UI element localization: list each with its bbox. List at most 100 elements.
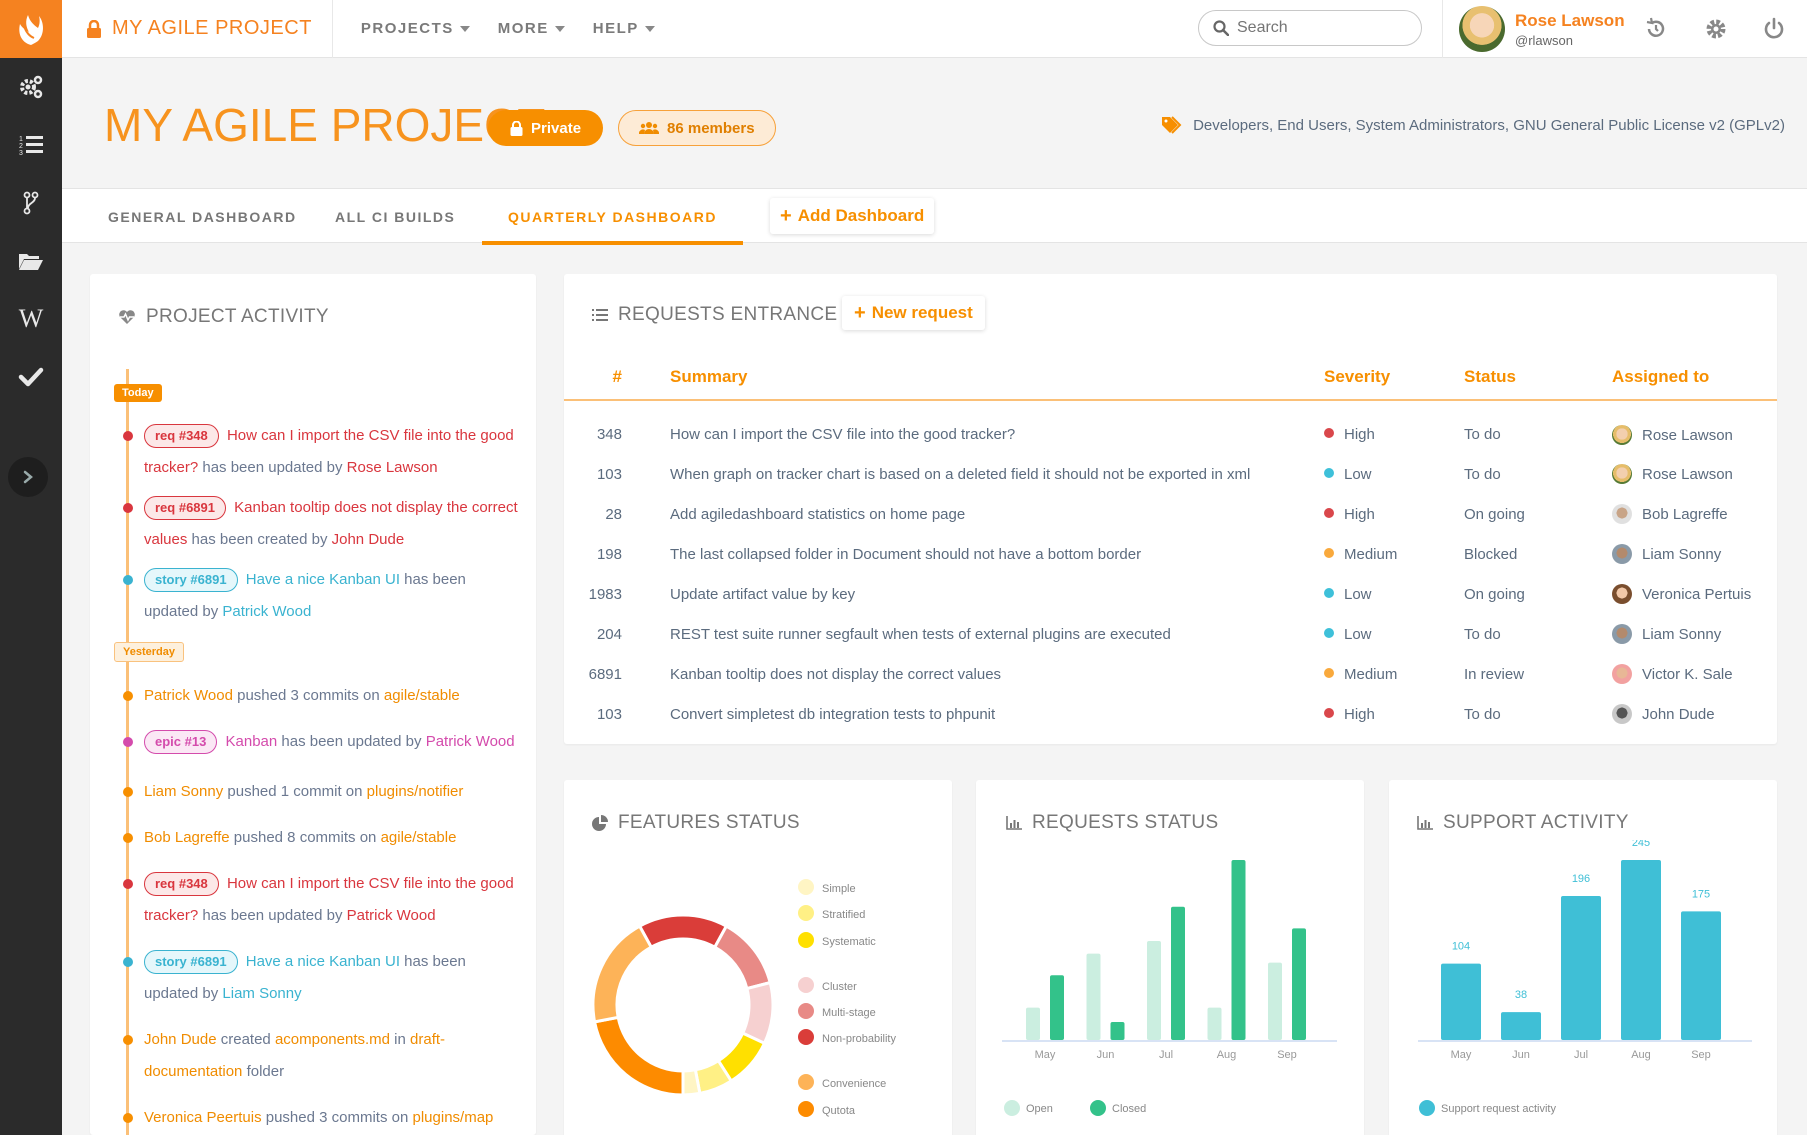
request-summary[interactable]: When graph on tracker chart is based on …	[670, 454, 1324, 494]
bar-closed-sep[interactable]	[1292, 928, 1306, 1040]
bar-closed-may[interactable]	[1050, 975, 1064, 1040]
branch-link[interactable]: plugins/notifier	[367, 783, 464, 800]
request-id[interactable]: 1983	[564, 574, 670, 614]
artifact-pill[interactable]: req #348	[144, 424, 219, 448]
legend-item[interactable]: Cluster	[798, 977, 857, 993]
table-row[interactable]: 204 REST test suite runner segfault when …	[564, 614, 1777, 654]
request-id[interactable]: 103	[564, 694, 670, 734]
branch-link[interactable]: plugins/map	[413, 1109, 494, 1126]
sidebar-item-git[interactable]	[0, 174, 62, 232]
sidebar-expand-button[interactable]	[8, 457, 48, 497]
project-switcher[interactable]: MY AGILE PROJECT	[62, 0, 333, 58]
legend-item[interactable]: Systematic	[798, 932, 876, 948]
col-status[interactable]: Status	[1464, 354, 1612, 401]
search-box[interactable]	[1198, 10, 1422, 46]
sidebar-item-admin[interactable]	[0, 58, 62, 116]
bar-open-sep[interactable]	[1268, 962, 1282, 1040]
donut-slice-convenience[interactable]	[591, 924, 654, 1024]
tab-all-ci-builds[interactable]: ALL CI BUILDS	[335, 189, 455, 244]
new-request-button[interactable]: + New request	[842, 296, 985, 330]
request-assignee[interactable]: Rose Lawson	[1612, 400, 1777, 454]
bar-support-request-activity-sep[interactable]	[1681, 911, 1721, 1040]
file-link[interactable]: acomponents.md	[275, 1031, 390, 1048]
artifact-pill[interactable]: story #6891	[144, 568, 238, 592]
artifact-pill[interactable]: epic #13	[144, 730, 218, 754]
settings-gear-icon[interactable]	[1704, 17, 1728, 41]
request-assignee[interactable]: Liam Sonny	[1612, 614, 1777, 654]
artifact-pill[interactable]: story #6891	[144, 950, 238, 974]
user-link[interactable]: Liam Sonny	[144, 783, 223, 800]
power-logout-icon[interactable]	[1762, 17, 1786, 41]
user-avatar[interactable]	[1459, 6, 1505, 52]
request-summary[interactable]: REST test suite runner segfault when tes…	[670, 614, 1324, 654]
artifact-title-link[interactable]: Kanban	[226, 733, 278, 750]
legend-item[interactable]: Non-probability	[798, 1029, 896, 1045]
request-summary[interactable]: Kanban tooltip does not display the corr…	[670, 654, 1324, 694]
sidebar-item-wiki[interactable]: W	[0, 290, 62, 348]
request-id[interactable]: 348	[564, 400, 670, 454]
request-id[interactable]: 204	[564, 614, 670, 654]
table-row[interactable]: 1983 Update artifact value by key Low On go…	[564, 574, 1777, 614]
request-assignee[interactable]: Veronica Pertuis	[1612, 574, 1777, 614]
donut-slice-multi-stage[interactable]	[712, 924, 772, 991]
artifact-title-link[interactable]: Have a nice Kanban UI	[246, 953, 400, 970]
request-id[interactable]: 6891	[564, 654, 670, 694]
legend-label[interactable]: Open	[1026, 1103, 1053, 1115]
request-id[interactable]: 198	[564, 534, 670, 574]
request-id[interactable]: 103	[564, 454, 670, 494]
legend-item[interactable]: Stratified	[798, 905, 865, 921]
request-summary[interactable]: Convert simpletest db integration tests …	[670, 694, 1324, 734]
user-link[interactable]: Bob Lagreffe	[144, 829, 230, 846]
request-id[interactable]: 28	[564, 494, 670, 534]
user-link[interactable]: Patrick Wood	[144, 687, 233, 704]
donut-slice-simple[interactable]	[681, 1068, 702, 1097]
artifact-pill[interactable]: req #348	[144, 872, 219, 896]
user-link[interactable]: Veronica Peertuis	[144, 1109, 262, 1126]
legend-item[interactable]: Qutota	[798, 1101, 855, 1117]
bar-support-request-activity-aug[interactable]	[1621, 860, 1661, 1040]
legend-item[interactable]: Convenience	[798, 1074, 886, 1090]
table-row[interactable]: 6891 Kanban tooltip does not display the …	[564, 654, 1777, 694]
nav-more[interactable]: MORE	[498, 20, 565, 37]
bar-closed-jun[interactable]	[1110, 1022, 1125, 1040]
table-row[interactable]: 348 How can I import the CSV file into th…	[564, 400, 1777, 454]
legend-item[interactable]: Multi-stage	[798, 1003, 876, 1019]
bar-support-request-activity-jun[interactable]	[1501, 1012, 1541, 1040]
bar-open-jun[interactable]	[1086, 953, 1101, 1040]
col-severity[interactable]: Severity	[1324, 354, 1464, 401]
table-row[interactable]: 103 Convert simpletest db integration tes…	[564, 694, 1777, 734]
request-assignee[interactable]: Bob Lagreffe	[1612, 494, 1777, 534]
request-summary[interactable]: Add agiledashboard statistics on home pa…	[670, 494, 1324, 534]
table-row[interactable]: 28 Add agiledashboard statistics on home …	[564, 494, 1777, 534]
history-icon[interactable]	[1644, 17, 1668, 41]
user-link[interactable]: Liam Sonny	[222, 985, 301, 1002]
request-summary[interactable]: The last collapsed folder in Document sh…	[670, 534, 1324, 574]
request-assignee[interactable]: Victor K. Sale	[1612, 654, 1777, 694]
user-menu[interactable]: Rose Lawson @rlawson	[1442, 0, 1625, 58]
privacy-badge[interactable]: Private	[488, 110, 604, 146]
request-summary[interactable]: How can I import the CSV file into the g…	[670, 400, 1324, 454]
tab-general-dashboard[interactable]: GENERAL DASHBOARD	[108, 189, 297, 244]
col-id[interactable]: #	[564, 354, 670, 401]
nav-projects[interactable]: PROJECTS	[361, 20, 470, 37]
bar-closed-aug[interactable]	[1231, 860, 1246, 1040]
add-dashboard-button[interactable]: + Add Dashboard	[770, 198, 935, 234]
request-assignee[interactable]: Liam Sonny	[1612, 534, 1777, 574]
tab-quarterly-dashboard[interactable]: QUARTERLY DASHBOARD	[482, 189, 743, 245]
user-link[interactable]: John Dude	[144, 1031, 217, 1048]
col-summary[interactable]: Summary	[670, 354, 1324, 401]
donut-slice-non-probability[interactable]	[637, 913, 729, 950]
request-assignee[interactable]: Rose Lawson	[1612, 454, 1777, 494]
members-badge[interactable]: 86 members	[618, 110, 776, 146]
bar-support-request-activity-may[interactable]	[1441, 963, 1481, 1040]
bar-open-aug[interactable]	[1207, 1007, 1222, 1040]
legend-label[interactable]: Closed	[1112, 1103, 1146, 1115]
legend-label[interactable]: Support request activity	[1441, 1103, 1556, 1115]
sidebar-item-documents[interactable]	[0, 232, 62, 290]
bar-closed-jul[interactable]	[1171, 906, 1185, 1040]
app-logo[interactable]	[0, 0, 62, 58]
nav-help[interactable]: HELP	[593, 20, 655, 37]
artifact-title-link[interactable]: Have a nice Kanban UI	[246, 571, 400, 588]
branch-link[interactable]: agile/stable	[381, 829, 457, 846]
user-link[interactable]: Patrick Wood	[347, 907, 436, 924]
